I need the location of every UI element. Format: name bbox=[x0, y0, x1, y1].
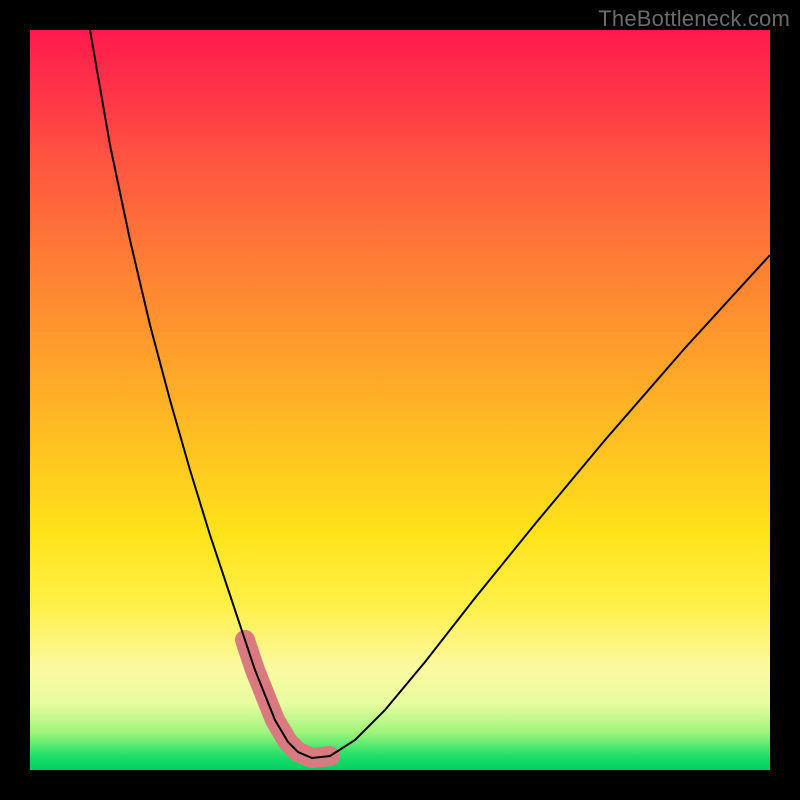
chart-frame: TheBottleneck.com bbox=[0, 0, 800, 800]
curve-svg bbox=[30, 30, 770, 770]
watermark-text: TheBottleneck.com bbox=[598, 6, 790, 32]
black-curve-path bbox=[90, 30, 770, 758]
plot-area bbox=[30, 30, 770, 770]
